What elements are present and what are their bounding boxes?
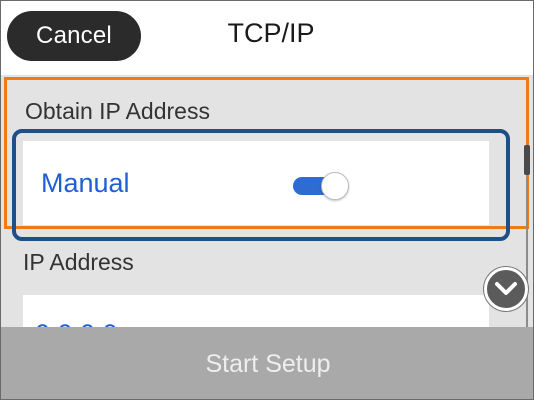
chevron-down-icon [495, 282, 517, 295]
ip-address-value: 0.0.0.0 [35, 319, 118, 327]
ip-address-label: IP Address [23, 249, 134, 275]
start-setup-button[interactable]: Start Setup [1, 327, 533, 399]
scrollbar-track-line [526, 177, 528, 327]
footer-bar: Start Setup [1, 327, 533, 399]
settings-content: Obtain IP Address Manual IP Address 0.0.… [1, 75, 533, 327]
obtain-ip-label: Obtain IP Address [25, 98, 210, 124]
scroll-down-button[interactable] [484, 267, 528, 311]
page-title: TCP/IP [227, 18, 315, 48]
printer-panel-screen: Cancel TCP/IP Obtain IP Address Manual I… [0, 0, 534, 400]
toggle-knob [321, 172, 349, 200]
ip-address-field[interactable]: 0.0.0.0 [23, 295, 489, 327]
obtain-ip-value: Manual [41, 168, 130, 198]
scrollbar-thumb[interactable] [524, 145, 530, 175]
manual-toggle[interactable] [293, 172, 349, 200]
obtain-ip-manual-row[interactable]: Manual [23, 141, 489, 225]
header-bar: Cancel TCP/IP [1, 1, 533, 75]
cancel-button[interactable]: Cancel [7, 11, 141, 61]
